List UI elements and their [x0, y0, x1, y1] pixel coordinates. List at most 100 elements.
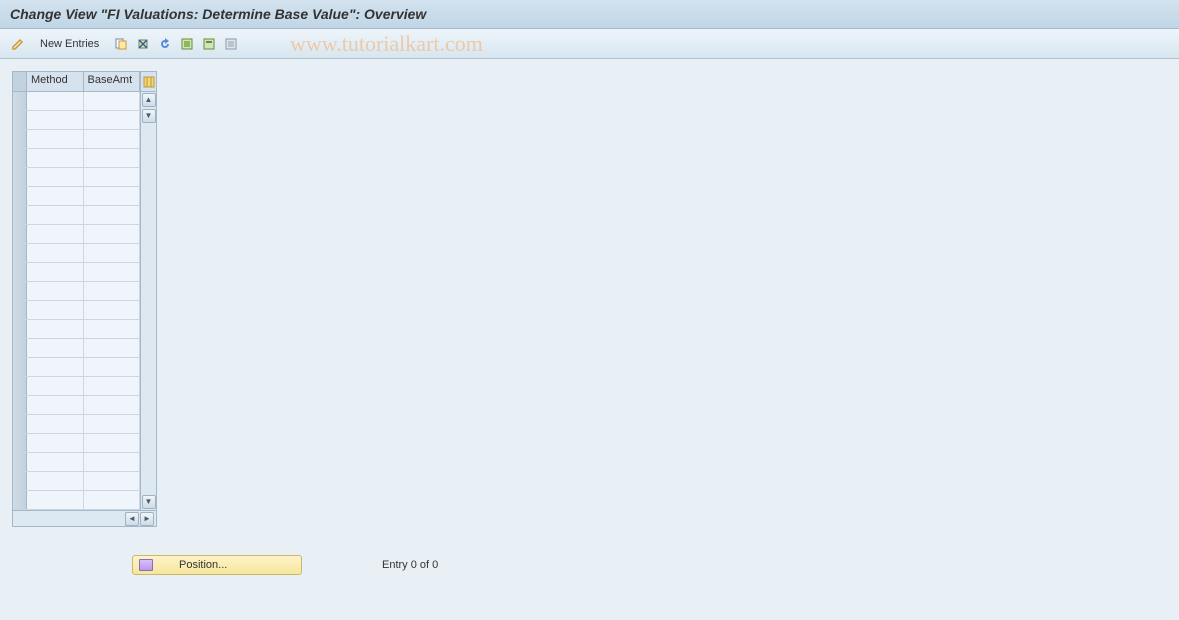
cell-method[interactable]: [27, 187, 84, 205]
table-settings-icon[interactable]: [140, 72, 156, 91]
row-selector[interactable]: [13, 415, 27, 433]
deselect-all-icon[interactable]: [221, 35, 241, 53]
table-row: [13, 320, 140, 339]
row-selector[interactable]: [13, 244, 27, 262]
entry-count-text: Entry 0 of 0: [382, 559, 438, 571]
row-selector[interactable]: [13, 130, 27, 148]
table-row: [13, 282, 140, 301]
horizontal-scrollbar[interactable]: ◄ ►: [13, 510, 156, 526]
cell-method[interactable]: [27, 149, 84, 167]
row-selector[interactable]: [13, 92, 27, 110]
table-row: [13, 434, 140, 453]
scroll-right-icon[interactable]: ►: [140, 512, 154, 526]
cell-method[interactable]: [27, 111, 84, 129]
table-row: [13, 415, 140, 434]
cell-baseamt[interactable]: [84, 301, 141, 319]
new-entries-button[interactable]: New Entries: [34, 36, 105, 52]
column-method[interactable]: Method: [27, 72, 84, 91]
cell-baseamt[interactable]: [84, 491, 141, 509]
row-selector[interactable]: [13, 168, 27, 186]
scroll-down-small-icon[interactable]: ▼: [142, 109, 156, 123]
cell-method[interactable]: [27, 244, 84, 262]
cell-baseamt[interactable]: [84, 320, 141, 338]
table-row: [13, 244, 140, 263]
cell-method[interactable]: [27, 263, 84, 281]
scroll-down-icon[interactable]: ▼: [142, 495, 156, 509]
row-selector-header[interactable]: [13, 72, 27, 91]
row-selector[interactable]: [13, 491, 27, 509]
row-selector[interactable]: [13, 149, 27, 167]
cell-baseamt[interactable]: [84, 434, 141, 452]
select-all-icon[interactable]: [177, 35, 197, 53]
cell-baseamt[interactable]: [84, 149, 141, 167]
cell-baseamt[interactable]: [84, 453, 141, 471]
cell-baseamt[interactable]: [84, 358, 141, 376]
cell-method[interactable]: [27, 415, 84, 433]
row-selector[interactable]: [13, 396, 27, 414]
row-selector[interactable]: [13, 434, 27, 452]
scroll-left-icon[interactable]: ◄: [125, 512, 139, 526]
cell-baseamt[interactable]: [84, 263, 141, 281]
row-selector[interactable]: [13, 453, 27, 471]
cell-method[interactable]: [27, 320, 84, 338]
cell-method[interactable]: [27, 301, 84, 319]
table-header-row: Method BaseAmt: [13, 72, 156, 92]
column-baseamt[interactable]: BaseAmt: [84, 72, 141, 91]
table-row: [13, 491, 140, 510]
position-label: Position...: [179, 559, 227, 571]
row-selector[interactable]: [13, 206, 27, 224]
cell-baseamt[interactable]: [84, 244, 141, 262]
cell-method[interactable]: [27, 339, 84, 357]
select-block-icon[interactable]: [199, 35, 219, 53]
cell-method[interactable]: [27, 396, 84, 414]
change-icon[interactable]: [8, 35, 28, 53]
cell-method[interactable]: [27, 434, 84, 452]
row-selector[interactable]: [13, 301, 27, 319]
cell-method[interactable]: [27, 472, 84, 490]
scroll-up-icon[interactable]: ▲: [142, 93, 156, 107]
cell-baseamt[interactable]: [84, 168, 141, 186]
position-button[interactable]: Position...: [132, 555, 302, 575]
cell-baseamt[interactable]: [84, 130, 141, 148]
table-row: [13, 130, 140, 149]
cell-method[interactable]: [27, 206, 84, 224]
cell-baseamt[interactable]: [84, 225, 141, 243]
cell-method[interactable]: [27, 168, 84, 186]
cell-baseamt[interactable]: [84, 187, 141, 205]
cell-method[interactable]: [27, 130, 84, 148]
cell-baseamt[interactable]: [84, 415, 141, 433]
table-row: [13, 339, 140, 358]
cell-baseamt[interactable]: [84, 396, 141, 414]
cell-method[interactable]: [27, 453, 84, 471]
delete-icon[interactable]: [133, 35, 153, 53]
cell-method[interactable]: [27, 358, 84, 376]
cell-method[interactable]: [27, 377, 84, 395]
row-selector[interactable]: [13, 339, 27, 357]
row-selector[interactable]: [13, 472, 27, 490]
row-selector[interactable]: [13, 320, 27, 338]
cell-baseamt[interactable]: [84, 339, 141, 357]
vertical-scrollbar[interactable]: ▲ ▼ ▼: [140, 92, 156, 510]
cell-method[interactable]: [27, 225, 84, 243]
cell-baseamt[interactable]: [84, 472, 141, 490]
footer: Position... Entry 0 of 0: [132, 555, 1167, 575]
row-selector[interactable]: [13, 187, 27, 205]
cell-method[interactable]: [27, 282, 84, 300]
row-selector[interactable]: [13, 225, 27, 243]
row-selector[interactable]: [13, 377, 27, 395]
cell-method[interactable]: [27, 491, 84, 509]
position-icon: [139, 559, 153, 571]
row-selector[interactable]: [13, 263, 27, 281]
cell-baseamt[interactable]: [84, 206, 141, 224]
cell-baseamt[interactable]: [84, 282, 141, 300]
row-selector[interactable]: [13, 111, 27, 129]
cell-baseamt[interactable]: [84, 92, 141, 110]
copy-icon[interactable]: [111, 35, 131, 53]
row-selector[interactable]: [13, 282, 27, 300]
cell-method[interactable]: [27, 92, 84, 110]
page-title: Change View "FI Valuations: Determine Ba…: [0, 0, 1179, 29]
cell-baseamt[interactable]: [84, 377, 141, 395]
row-selector[interactable]: [13, 358, 27, 376]
cell-baseamt[interactable]: [84, 111, 141, 129]
undo-icon[interactable]: [155, 35, 175, 53]
